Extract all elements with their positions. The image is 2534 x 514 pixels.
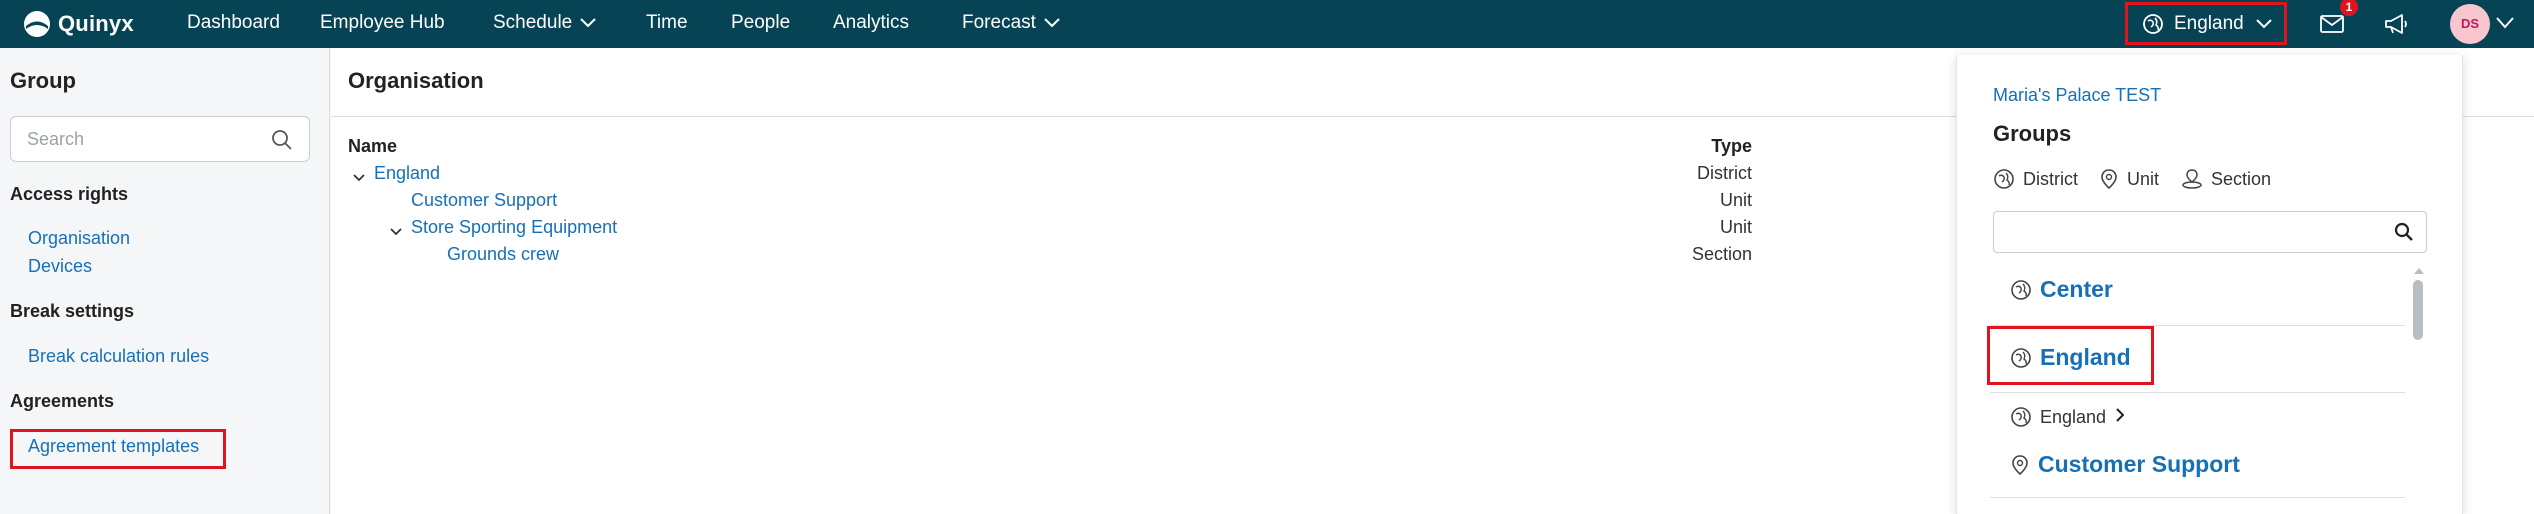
sidebar-item-break-calculation-rules[interactable]: Break calculation rules xyxy=(28,346,209,367)
chevron-right-icon[interactable] xyxy=(2116,407,2125,427)
sidebar-item-devices[interactable]: Devices xyxy=(28,256,92,277)
nav-dashboard[interactable]: Dashboard xyxy=(187,0,280,48)
district-icon xyxy=(2143,13,2163,34)
legend-unit: Unit xyxy=(2099,167,2159,191)
sidebar-title: Group xyxy=(10,68,76,93)
page-title: Organisation xyxy=(348,68,484,93)
quinyx-logo[interactable]: Quinyx xyxy=(22,8,134,40)
nav-analytics-label: Analytics xyxy=(833,12,910,33)
divider xyxy=(1990,497,2405,498)
tree-item-england[interactable]: England xyxy=(374,163,440,184)
sidebar-search-input[interactable] xyxy=(27,129,267,150)
unit-selector-button[interactable]: England xyxy=(2125,2,2287,45)
legend-district-label: District xyxy=(2023,168,2078,189)
dropdown-search[interactable] xyxy=(1993,211,2427,253)
sidebar-heading-agreements: Agreements xyxy=(10,391,115,411)
district-icon xyxy=(2011,407,2031,427)
settings-sidebar: Group Access rights Organisation Devices… xyxy=(0,48,330,514)
chevron-down-icon[interactable] xyxy=(390,223,402,241)
top-navigation-bar: Quinyx Dashboard Employee Hub Schedule T… xyxy=(0,0,2534,48)
nav-people-label: People xyxy=(731,12,791,33)
nav-dashboard-label: Dashboard xyxy=(187,12,280,33)
unit-selector-label: England xyxy=(2174,12,2244,34)
nav-people[interactable]: People xyxy=(731,0,790,48)
tree-item-type: Unit xyxy=(1719,190,1752,210)
sidebar-search[interactable] xyxy=(10,116,310,162)
dropdown-context-link[interactable]: Maria's Palace TEST xyxy=(1993,85,2161,106)
messages-button[interactable] xyxy=(2318,10,2346,38)
legend-unit-label: Unit xyxy=(2127,168,2160,189)
highlight-box xyxy=(1987,326,2154,385)
quinyx-logo-icon xyxy=(24,11,50,37)
notification-badge: 1 xyxy=(2340,0,2358,16)
column-header-name: Name xyxy=(348,136,398,156)
chevron-down-icon xyxy=(1044,0,1060,46)
nav-time[interactable]: Time xyxy=(646,0,688,48)
location-pin-icon xyxy=(2101,169,2117,190)
highlight-box xyxy=(10,429,226,469)
nav-employee-hub[interactable]: Employee Hub xyxy=(320,0,445,48)
group-option-customer-support[interactable]: Customer Support xyxy=(2010,451,2240,478)
brand-name: Quinyx xyxy=(58,11,134,36)
nav-forecast[interactable]: Forecast xyxy=(962,0,1060,48)
group-option-label: England xyxy=(2040,406,2107,427)
tree-item-store-sporting-equipment[interactable]: Store Sporting Equipment xyxy=(411,217,617,238)
nav-schedule[interactable]: Schedule xyxy=(493,0,596,48)
tree-item-customer-support[interactable]: Customer Support xyxy=(411,190,557,211)
dropdown-title: Groups xyxy=(1993,121,2072,146)
nav-time-label: Time xyxy=(646,12,688,33)
nav-analytics[interactable]: Analytics xyxy=(833,0,909,48)
location-pin-icon xyxy=(2012,454,2028,475)
nav-schedule-label: Schedule xyxy=(493,12,573,34)
legend-district: District xyxy=(1993,167,2078,191)
group-option-england-expand[interactable]: England xyxy=(2010,406,2125,428)
user-avatar[interactable]: DS xyxy=(2450,4,2490,44)
legend-section: Section xyxy=(2181,167,2271,191)
megaphone-icon xyxy=(2385,14,2407,34)
tree-item-type: Unit xyxy=(1719,217,1752,237)
group-option-center[interactable]: Center xyxy=(2010,276,2113,303)
announcements-button[interactable] xyxy=(2382,10,2412,38)
tree-item-grounds-crew[interactable]: Grounds crew xyxy=(447,244,559,265)
search-icon[interactable] xyxy=(2394,222,2414,247)
legend-section-label: Section xyxy=(2211,168,2272,189)
tree-item-type: Section xyxy=(1691,244,1752,264)
chevron-down-icon xyxy=(580,0,596,46)
chevron-down-icon[interactable] xyxy=(353,169,365,187)
district-icon xyxy=(2011,279,2031,300)
search-icon[interactable] xyxy=(271,129,293,156)
sidebar-item-organisation[interactable]: Organisation xyxy=(28,228,130,249)
scrollbar-thumb[interactable] xyxy=(2413,280,2423,340)
sidebar-heading-break-settings: Break settings xyxy=(10,301,135,321)
group-option-label: Center xyxy=(2040,276,2113,302)
scroll-up-arrow[interactable] xyxy=(2413,262,2425,280)
tree-item-type: District xyxy=(1697,163,1752,183)
dropdown-search-input[interactable] xyxy=(2004,222,2384,242)
chevron-down-icon[interactable] xyxy=(2496,16,2514,34)
column-header-type: Type xyxy=(1711,136,1752,156)
group-option-label: Customer Support xyxy=(2038,451,2240,477)
nav-employee-hub-label: Employee Hub xyxy=(320,12,445,33)
district-icon xyxy=(1994,169,2014,189)
sidebar-heading-access-rights: Access rights xyxy=(10,184,129,204)
mail-icon xyxy=(2320,15,2344,33)
nav-forecast-label: Forecast xyxy=(962,12,1036,34)
divider xyxy=(1990,392,2405,393)
chevron-down-icon xyxy=(2256,13,2272,35)
section-icon xyxy=(2182,169,2202,189)
